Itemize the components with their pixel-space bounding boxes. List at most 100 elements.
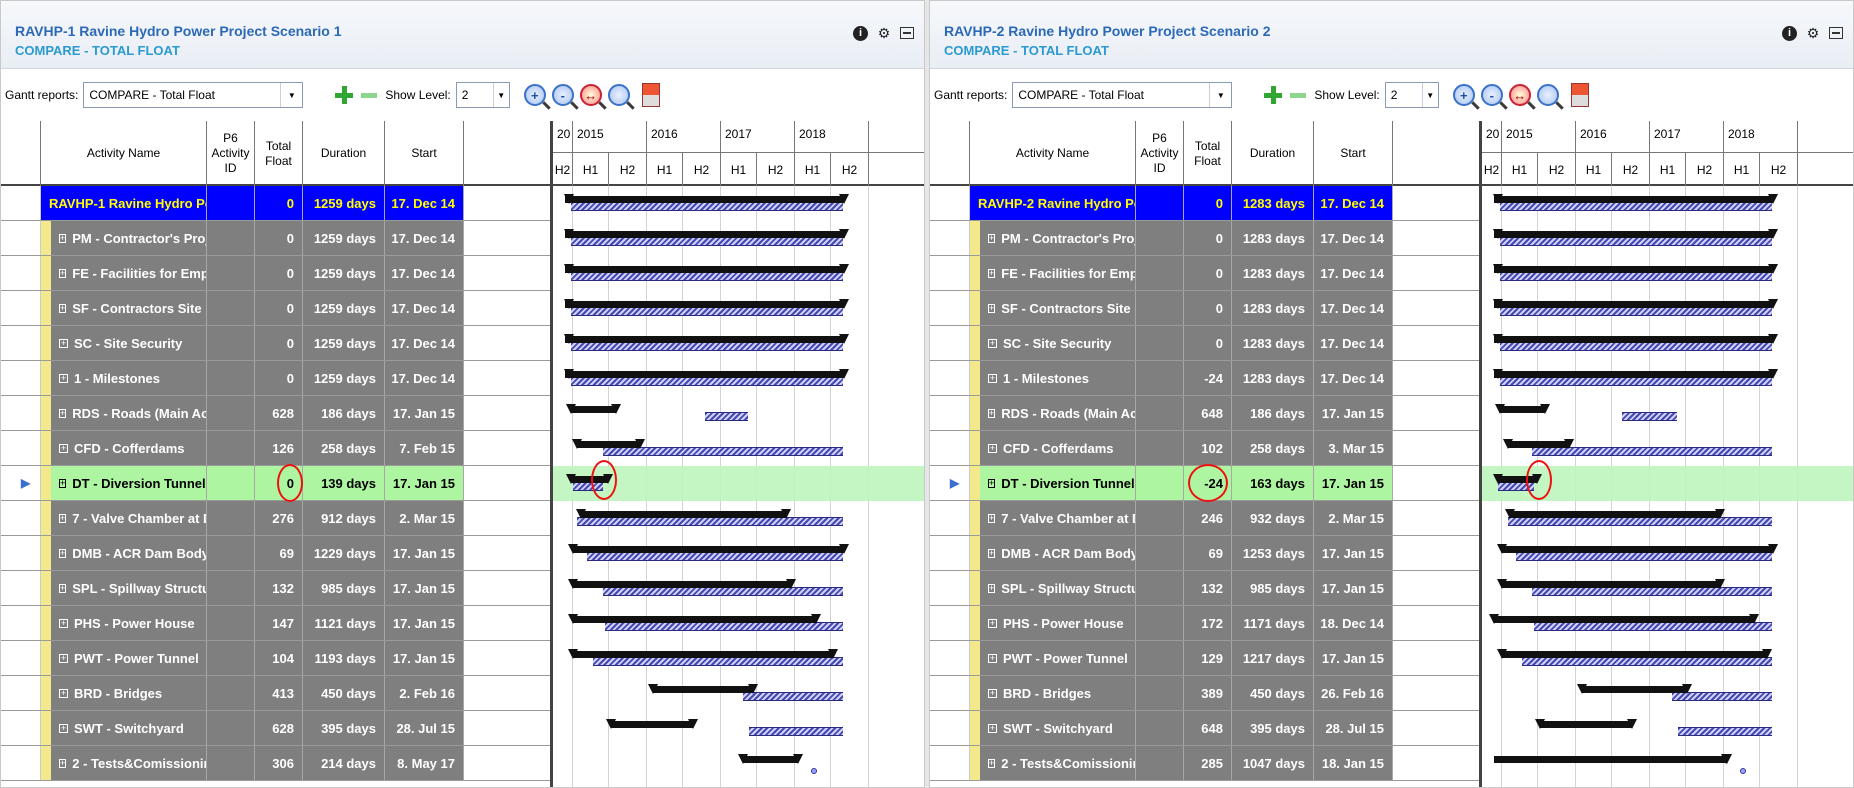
- zoom-out-icon[interactable]: -: [551, 84, 574, 106]
- show-level-select[interactable]: 2 ▼: [1384, 82, 1439, 108]
- row-selector[interactable]: [1, 536, 41, 570]
- p6-activity-id-cell[interactable]: [207, 221, 255, 255]
- row-selector[interactable]: [1, 396, 41, 430]
- start-cell[interactable]: 17. Dec 14: [1314, 361, 1393, 395]
- total-float-cell[interactable]: 0: [1184, 291, 1232, 325]
- activity-bar[interactable]: [581, 511, 786, 518]
- activity-name-cell[interactable]: + RDS - Roads (Main Access, Özp: [51, 396, 207, 430]
- expand-icon[interactable]: +: [59, 758, 67, 768]
- start-cell[interactable]: 17. Dec 14: [385, 186, 464, 220]
- row-selector[interactable]: [1, 431, 41, 465]
- activity-bar[interactable]: [1510, 511, 1720, 518]
- start-cell[interactable]: 17. Dec 14: [1314, 326, 1393, 360]
- info-icon[interactable]: i: [853, 25, 868, 41]
- p6-activity-id-cell[interactable]: [207, 641, 255, 675]
- activity-name-cell[interactable]: + SPL - Spillway Structures: [51, 571, 207, 605]
- total-float-cell[interactable]: 132: [255, 571, 303, 605]
- start-cell[interactable]: 26. Feb 16: [1314, 676, 1393, 710]
- duration-cell[interactable]: 1283 days: [1232, 291, 1314, 325]
- baseline-bar[interactable]: [571, 202, 843, 211]
- row-selector[interactable]: ▶: [1, 466, 41, 500]
- activity-bar[interactable]: [1494, 756, 1727, 763]
- total-float-cell[interactable]: 0: [1184, 186, 1232, 220]
- activity-name-cell[interactable]: RAVHP-1 Ravine Hydro Power Prc: [41, 186, 207, 220]
- table-row[interactable]: + SC - Site Security 0 1283 days 17. Dec 14: [930, 326, 1479, 361]
- activity-name-cell[interactable]: +1 - Milestones: [980, 361, 1136, 395]
- expand-icon[interactable]: +: [59, 513, 67, 523]
- baseline-bar[interactable]: [1500, 272, 1772, 281]
- row-selector[interactable]: ▶: [930, 466, 970, 500]
- p6-activity-id-cell[interactable]: [207, 746, 255, 780]
- baseline-bar[interactable]: [1508, 517, 1772, 526]
- p6-activity-id-cell[interactable]: [207, 501, 255, 535]
- table-row[interactable]: RAVHP-2 Ravine Hydro Power Prc 0 1283 days…: [930, 186, 1479, 221]
- row-selector[interactable]: [930, 291, 970, 325]
- total-float-cell[interactable]: 0: [255, 221, 303, 255]
- activity-name-cell[interactable]: + DMB - ACR Dam Body: [980, 536, 1136, 570]
- table-row[interactable]: +1 - Milestones 0 1259 days 17. Dec 14: [1, 361, 550, 396]
- remove-icon[interactable]: [361, 92, 378, 98]
- expand-icon[interactable]: +: [59, 233, 67, 243]
- activity-bar[interactable]: [1494, 336, 1773, 343]
- baseline-bar[interactable]: [593, 657, 843, 666]
- duration-cell[interactable]: 450 days: [1232, 676, 1314, 710]
- row-selector[interactable]: [930, 746, 970, 780]
- p6-activity-id-cell[interactable]: [207, 256, 255, 290]
- info-icon[interactable]: i: [1782, 25, 1797, 41]
- expand-icon[interactable]: +: [59, 373, 68, 383]
- expand-icon[interactable]: +: [59, 478, 67, 488]
- zoom-in-icon[interactable]: +: [1452, 84, 1475, 106]
- total-float-cell[interactable]: 0: [255, 186, 303, 220]
- table-row[interactable]: + RDS - Roads (Main Access, Özp 628 186 day…: [1, 396, 550, 431]
- start-cell[interactable]: 18. Dec 14: [1314, 606, 1393, 640]
- table-row[interactable]: + SF - Contractors Site Facilities 0 1259 d…: [1, 291, 550, 326]
- activity-name-cell[interactable]: + FE - Facilities for Employer: [51, 256, 207, 290]
- table-row[interactable]: + SWT - Switchyard 648 395 days 28. Jul 15: [930, 711, 1479, 746]
- gantt-report-select[interactable]: COMPARE - Total Float ▼: [83, 82, 304, 108]
- activity-name-cell[interactable]: + SF - Contractors Site Facilities: [51, 291, 207, 325]
- show-level-select[interactable]: 2 ▼: [455, 82, 510, 108]
- total-float-cell[interactable]: 413: [255, 676, 303, 710]
- p6-activity-id-cell[interactable]: [1136, 186, 1184, 220]
- row-selector[interactable]: [1, 606, 41, 640]
- row-selector[interactable]: [930, 186, 970, 220]
- expand-icon[interactable]: +: [988, 373, 997, 383]
- table-row[interactable]: + CFD - Cofferdams 126 258 days 7. Feb 15: [1, 431, 550, 466]
- activity-bar[interactable]: [565, 231, 844, 238]
- p6-activity-id-cell[interactable]: [1136, 431, 1184, 465]
- chevron-down-icon[interactable]: ▼: [1421, 83, 1438, 107]
- expand-icon[interactable]: +: [59, 653, 68, 663]
- row-selector[interactable]: [930, 711, 970, 745]
- column-header-p6[interactable]: P6 Activity ID: [207, 121, 255, 186]
- baseline-bar[interactable]: [1500, 307, 1772, 316]
- table-row[interactable]: + SF - Contractors Site Facilities 0 1283 d…: [930, 291, 1479, 326]
- column-header-start[interactable]: Start: [385, 121, 464, 186]
- baseline-bar[interactable]: [1500, 342, 1772, 351]
- total-float-cell[interactable]: 285: [1184, 746, 1232, 780]
- duration-cell[interactable]: 1259 days: [303, 221, 385, 255]
- activity-bar[interactable]: [611, 721, 693, 728]
- start-cell[interactable]: 17. Dec 14: [385, 361, 464, 395]
- table-row[interactable]: + FE - Facilities for Employer 0 1259 days 1…: [1, 256, 550, 291]
- row-selector[interactable]: [1, 641, 41, 675]
- activity-bar[interactable]: [743, 756, 798, 763]
- p6-activity-id-cell[interactable]: [1136, 676, 1184, 710]
- expand-icon[interactable]: +: [988, 688, 997, 698]
- duration-cell[interactable]: 932 days: [1232, 501, 1314, 535]
- baseline-bar[interactable]: [603, 587, 843, 596]
- duration-cell[interactable]: 1283 days: [1232, 186, 1314, 220]
- total-float-cell[interactable]: 0: [255, 361, 303, 395]
- p6-activity-id-cell[interactable]: [207, 291, 255, 325]
- activity-name-cell[interactable]: + PM - Contractor's Project Mana: [980, 221, 1136, 255]
- start-cell[interactable]: 2. Feb 16: [385, 676, 464, 710]
- duration-cell[interactable]: 1283 days: [1232, 361, 1314, 395]
- activity-bar[interactable]: [573, 651, 833, 658]
- duration-cell[interactable]: 1047 days: [1232, 746, 1314, 780]
- duration-cell[interactable]: 163 days: [1232, 466, 1314, 500]
- duration-cell[interactable]: 985 days: [303, 571, 385, 605]
- table-row[interactable]: + RDS - Roads (Main Access, Özp 648 186 day…: [930, 396, 1479, 431]
- row-selector[interactable]: [930, 606, 970, 640]
- minimize-icon[interactable]: [1829, 27, 1843, 39]
- duration-cell[interactable]: 985 days: [1232, 571, 1314, 605]
- activity-name-cell[interactable]: + PWT - Power Tunnel: [51, 641, 207, 675]
